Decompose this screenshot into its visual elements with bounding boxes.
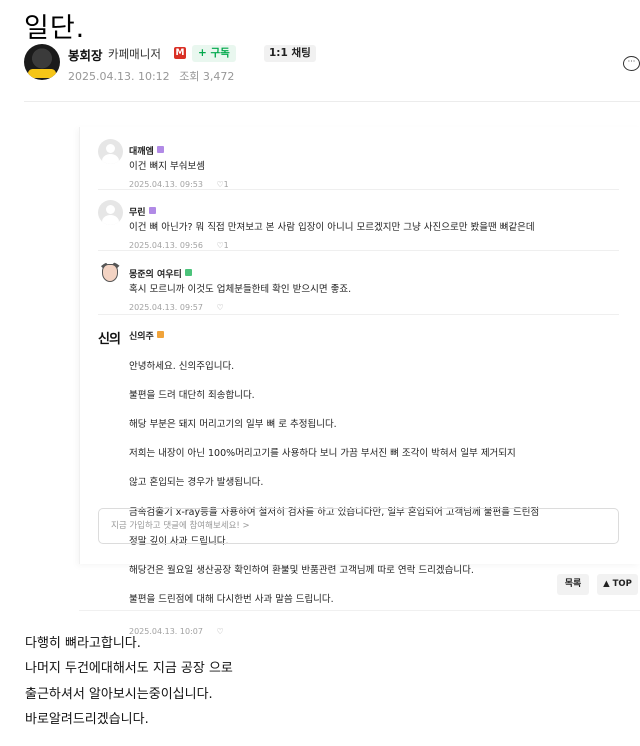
list-button[interactable]: 목록: [557, 574, 589, 595]
divider: [24, 101, 640, 102]
shinuiju-logo-icon: 신의: [98, 324, 123, 349]
comment-separator: [98, 189, 619, 190]
comment-line: 해당 부분은 돼지 머리고기의 일부 뼈 로 추정됩니다.: [129, 418, 337, 430]
comment-line: 안녕하세요. 신의주입니다.: [129, 360, 235, 372]
comment-text: 이건 뼈 아닌가? 뭐 직접 만져보고 본 사람 입장이 아니니 모르겠지만 그…: [129, 222, 535, 233]
author-avatar[interactable]: [24, 44, 60, 80]
member-badge-icon: [156, 146, 164, 153]
comment-text: 이건 뼈지 부숴보셈: [129, 161, 205, 172]
comment-date: 2025.04.13. 09:57: [129, 302, 203, 312]
manager-badge-icon: M: [174, 47, 186, 59]
member-badge-icon: [184, 269, 192, 276]
avatar-badge: [28, 69, 56, 78]
chat-button[interactable]: 1:1 채팅: [264, 45, 316, 62]
heart-icon: ♡: [216, 302, 224, 312]
comment-author: 몽준의 여우티: [129, 270, 182, 280]
subscribe-button[interactable]: + 구독: [192, 45, 236, 62]
comment-text: 혹시 모르니까 이것도 업체분들한테 확인 받으시면 좋죠.: [129, 284, 352, 295]
post-views: 조회 3,472: [179, 70, 235, 83]
comment-line: 불편을 드려 대단히 죄송합니다.: [129, 389, 255, 401]
heart-icon: ♡1: [216, 240, 229, 250]
heart-icon: ♡1: [216, 179, 229, 189]
comment-line: 않고 혼입되는 경우가 발생됩니다.: [129, 477, 264, 489]
author-row: 봉회장 카페매니저 M + 구독 1:1 채팅 2025.04.13. 10:1…: [24, 44, 640, 86]
comment-line: 불편을 드린점에 대해 다시한번 사과 말씀 드립니다.: [129, 594, 334, 606]
comment-date: 2025.04.13. 09:53: [129, 179, 203, 189]
divider: [79, 610, 640, 611]
post-title: 일단.: [24, 13, 86, 44]
body-line: 다행히 뼈라고합니다.: [25, 636, 141, 651]
author-grade: 카페매니저: [108, 47, 161, 61]
comment-meta: 2025.04.13. 09:56 ♡1: [129, 241, 619, 250]
top-button[interactable]: ▲ TOP: [597, 574, 638, 595]
post-body: 다행히 뼈라고합니다. 나머지 두건에대해서도 지금 공장 으로 출근하셔서 알…: [25, 631, 625, 732]
comment-author: 신의주: [129, 332, 154, 342]
comment-separator: [98, 250, 619, 251]
author-name[interactable]: 봉회장: [68, 45, 103, 64]
embedded-comment-screenshot: 대깨엠 이건 뼈지 부숴보셈 2025.04.13. 09:53 ♡1 무린 이…: [79, 127, 640, 636]
comment-meta: 2025.04.13. 09:53 ♡1: [129, 180, 619, 189]
body-line: 출근하셔서 알아보시는중이십니다.: [25, 686, 213, 702]
comment-author: 무린: [129, 208, 146, 218]
comment-line: 저희는 내장이 아닌 100%머리고기를 사용하다 보니 가끔 부서진 뼈 조각…: [129, 448, 516, 460]
comment-separator: [98, 314, 619, 315]
comment-meta: 2025.04.13. 09:57 ♡: [129, 303, 619, 312]
member-badge-icon: [156, 331, 164, 338]
post-date: 2025.04.13. 10:12: [68, 70, 170, 83]
comment-author: 대깨엠: [129, 147, 154, 157]
comment-line: 해당건은 월요일 생산공장 확인하여 환불및 반품관련 고객님께 따로 연락 드…: [129, 564, 474, 576]
body-line: 나머지 두건에대해서도 지금 공장 으로: [25, 661, 233, 677]
default-avatar-icon: [98, 200, 123, 225]
comment-date: 2025.04.13. 09:56: [129, 240, 203, 250]
comment-text: 안녕하세요. 신의주입니다. 불편을 드려 대단히 죄송합니다. 해당 부분은 …: [129, 345, 619, 622]
post-meta: 2025.04.13. 10:12 조회 3,472: [68, 68, 234, 84]
comment-bubble-icon[interactable]: ···: [623, 56, 640, 71]
member-badge-icon: [148, 207, 156, 214]
comment-input[interactable]: 지금 가입하고 댓글에 참여해보세요! >: [98, 508, 619, 544]
default-avatar-icon: [98, 139, 123, 164]
body-line: 바로알려드리겠습니다.: [25, 711, 149, 727]
fox-avatar-icon: [98, 262, 123, 287]
